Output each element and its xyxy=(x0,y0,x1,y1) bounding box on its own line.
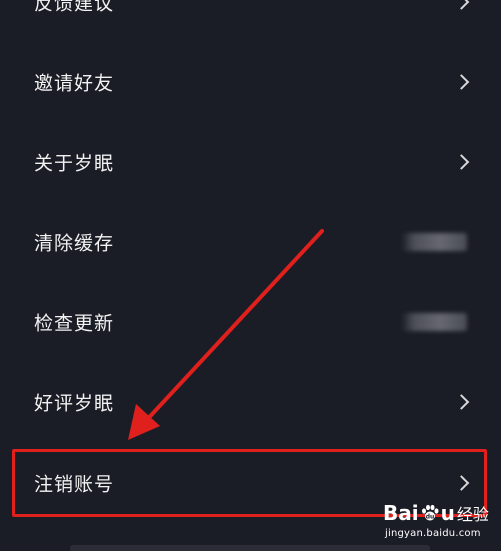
watermark-url: jingyan.baidu.com xyxy=(385,528,481,539)
menu-item-clear-cache[interactable]: 清除缓存 xyxy=(0,202,501,282)
menu-item-label: 反馈建议 xyxy=(34,0,115,15)
menu-item-about[interactable]: 关于岁眠 xyxy=(0,122,501,202)
chevron-right-icon xyxy=(453,154,470,170)
home-indicator xyxy=(70,545,430,551)
chevron-right-icon xyxy=(453,394,470,410)
menu-item-label: 清除缓存 xyxy=(34,232,115,255)
menu-item-label: 检查更新 xyxy=(34,312,115,335)
version-value xyxy=(401,313,467,331)
svg-text:du: du xyxy=(425,514,434,521)
chevron-right-icon xyxy=(453,74,470,90)
menu-item-feedback[interactable]: 反馈建议 xyxy=(0,0,501,42)
chevron-right-icon xyxy=(453,0,470,10)
paw-icon: du xyxy=(420,503,440,523)
menu-item-label: 好评岁眠 xyxy=(34,392,115,415)
watermark-suffix: 经验 xyxy=(456,505,489,524)
baidu-jingyan-watermark: Bai du u 经验 jingyan.baidu.com xyxy=(383,501,495,547)
menu-item-invite-friends[interactable]: 邀请好友 xyxy=(0,42,501,122)
menu-item-rate-app[interactable]: 好评岁眠 xyxy=(0,362,501,442)
watermark-brand-right: u xyxy=(440,501,455,525)
menu-item-check-update[interactable]: 检查更新 xyxy=(0,282,501,362)
watermark-brand-left: Bai xyxy=(383,501,419,525)
settings-screen: 反馈建议 邀请好友 关于岁眠 清除缓存 检查更新 好评岁眠 注销账号 Bai d… xyxy=(0,0,501,551)
menu-item-label: 关于岁眠 xyxy=(34,152,115,175)
cache-size-value xyxy=(401,233,467,251)
menu-item-label: 邀请好友 xyxy=(34,72,115,95)
